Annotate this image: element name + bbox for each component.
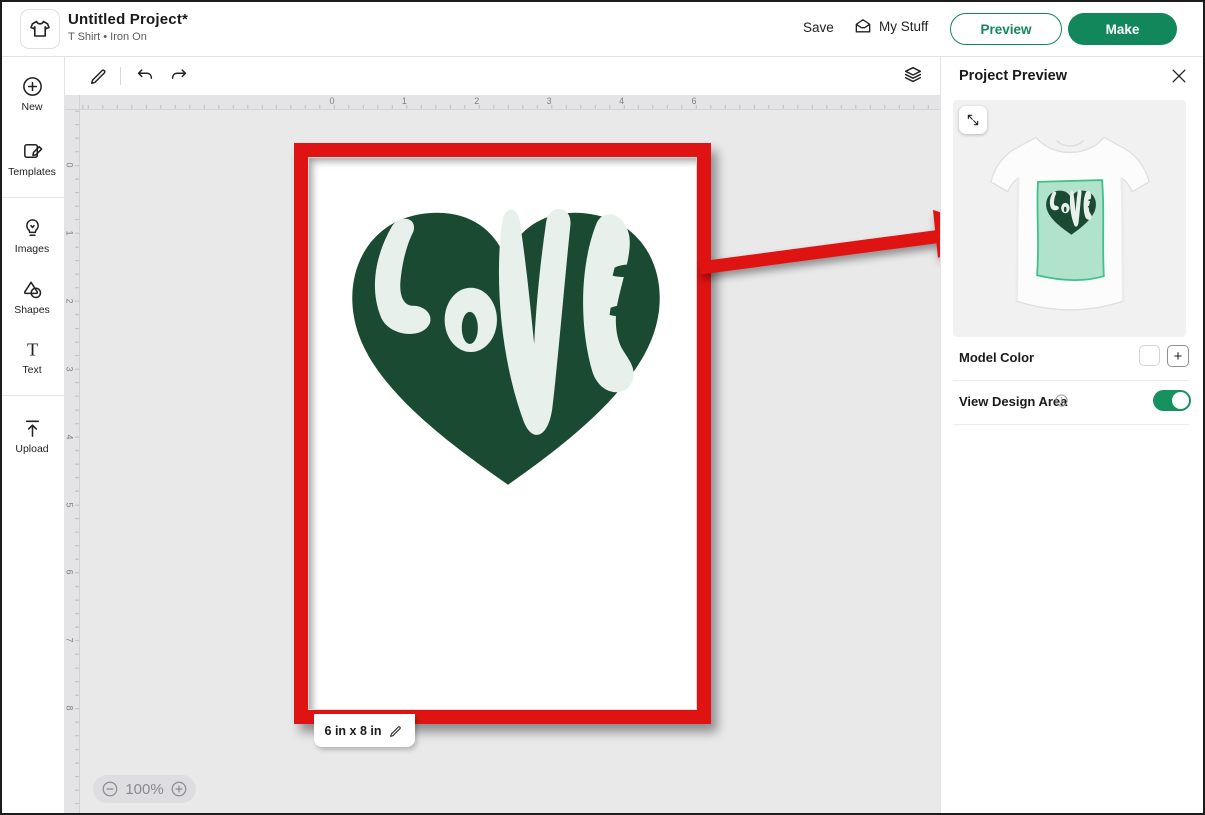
zoom-out-icon[interactable] bbox=[101, 780, 119, 798]
ruler-top-label: 3 bbox=[547, 96, 552, 106]
ruler-top-label: 6 bbox=[691, 96, 696, 106]
canvas-size-tag[interactable]: 6 in x 8 in bbox=[314, 714, 415, 747]
plus-circle-icon bbox=[21, 75, 44, 98]
upload-icon bbox=[21, 417, 44, 440]
app-header: Untitled Project* T Shirt • Iron On Save… bbox=[0, 0, 1205, 57]
sidebar-divider bbox=[0, 197, 64, 198]
my-stuff-label: My Stuff bbox=[879, 19, 928, 34]
love-heart-design[interactable] bbox=[329, 191, 681, 493]
ruler-left-label: 2 bbox=[65, 298, 75, 303]
shapes-icon bbox=[21, 278, 44, 301]
sidebar-item-templates[interactable]: Templates bbox=[0, 140, 64, 178]
panel-divider bbox=[953, 424, 1189, 425]
panel-title: Project Preview bbox=[959, 68, 1067, 84]
ruler-left-label: 8 bbox=[65, 706, 75, 711]
home-project-type-button[interactable] bbox=[20, 9, 60, 49]
sidebar-item-label: Images bbox=[0, 243, 64, 255]
sidebar-item-label: New bbox=[0, 101, 64, 113]
ruler-top-label: 0 bbox=[329, 96, 334, 106]
sidebar-item-new[interactable]: New bbox=[0, 75, 64, 113]
ruler-left-label: 1 bbox=[65, 230, 75, 235]
canvas-area[interactable]: 0 1 2 3 4 6 0 1 2 3 4 5 6 7 8 6 in x 8 in 100% bbox=[65, 95, 940, 815]
ruler-corner bbox=[65, 95, 80, 110]
ruler-left: 0 1 2 3 4 5 6 7 8 bbox=[65, 110, 80, 815]
sidebar-item-text[interactable]: T Text bbox=[0, 338, 64, 376]
ruler-top-label: 1 bbox=[402, 96, 407, 106]
text-icon: T bbox=[21, 338, 44, 361]
view-design-area-label: View Design Area bbox=[959, 394, 1067, 409]
project-subtitle: T Shirt • Iron On bbox=[68, 31, 147, 43]
sidebar-item-label: Upload bbox=[0, 443, 64, 455]
toggle-knob bbox=[1172, 392, 1189, 409]
preview-image-card bbox=[953, 100, 1186, 337]
save-button[interactable]: Save bbox=[803, 20, 834, 35]
make-button[interactable]: Make bbox=[1068, 13, 1177, 45]
ruler-left-label: 0 bbox=[65, 162, 75, 167]
toolbar-divider bbox=[120, 67, 121, 85]
canvas-mat[interactable] bbox=[308, 157, 697, 710]
model-color-swatch[interactable] bbox=[1139, 345, 1160, 366]
close-icon[interactable] bbox=[1169, 66, 1189, 86]
template-icon bbox=[21, 140, 44, 163]
panel-divider bbox=[953, 380, 1189, 381]
ruler-left-label: 3 bbox=[65, 366, 75, 371]
annotation-red-arrow bbox=[690, 200, 940, 300]
my-stuff-button[interactable]: My Stuff bbox=[853, 16, 928, 36]
project-preview-panel: Project Preview Model Color + View Desig… bbox=[940, 57, 1205, 815]
expand-icon bbox=[965, 112, 981, 128]
sidebar-item-shapes[interactable]: Shapes bbox=[0, 278, 64, 316]
sidebar-divider bbox=[0, 395, 64, 396]
sidebar-item-label: Shapes bbox=[0, 304, 64, 316]
add-model-color-button[interactable]: + bbox=[1167, 345, 1189, 367]
lightbulb-icon bbox=[21, 217, 44, 240]
project-title: Untitled Project* bbox=[68, 11, 188, 28]
envelope-icon bbox=[853, 16, 873, 36]
ruler-left-label: 4 bbox=[65, 434, 75, 439]
info-icon[interactable] bbox=[1054, 393, 1069, 408]
sidebar-item-label: Templates bbox=[0, 166, 64, 178]
model-color-label: Model Color bbox=[959, 350, 1034, 365]
annotation-red-box bbox=[294, 143, 711, 724]
edit-pencil-icon[interactable] bbox=[88, 65, 110, 87]
ruler-left-label: 7 bbox=[65, 638, 75, 643]
ruler-top-label: 2 bbox=[474, 96, 479, 106]
ruler-left-label: 6 bbox=[65, 570, 75, 575]
sidebar-item-upload[interactable]: Upload bbox=[0, 417, 64, 455]
layers-icon[interactable] bbox=[902, 64, 924, 86]
ruler-top-label: 4 bbox=[619, 96, 624, 106]
zoom-control: 100% bbox=[93, 775, 196, 803]
left-sidebar: New Templates Images Shapes T Text Uplo bbox=[0, 57, 65, 815]
edit-size-pencil-icon bbox=[388, 723, 404, 739]
canvas-size-label: 6 in x 8 in bbox=[325, 724, 382, 738]
zoom-level: 100% bbox=[125, 781, 163, 798]
undo-icon[interactable] bbox=[134, 65, 156, 87]
sidebar-item-images[interactable]: Images bbox=[0, 217, 64, 255]
canvas-toolbar bbox=[65, 57, 940, 95]
sidebar-item-label: Text bbox=[0, 364, 64, 376]
ruler-top: 0 1 2 3 4 6 bbox=[80, 95, 940, 110]
tshirt-icon bbox=[28, 17, 52, 41]
ruler-left-label: 5 bbox=[65, 502, 75, 507]
preview-button[interactable]: Preview bbox=[950, 13, 1062, 45]
zoom-in-icon[interactable] bbox=[170, 780, 188, 798]
tshirt-mockup[interactable] bbox=[981, 112, 1159, 330]
redo-icon[interactable] bbox=[168, 65, 190, 87]
svg-text:T: T bbox=[26, 339, 37, 359]
view-design-area-toggle[interactable] bbox=[1153, 390, 1191, 411]
